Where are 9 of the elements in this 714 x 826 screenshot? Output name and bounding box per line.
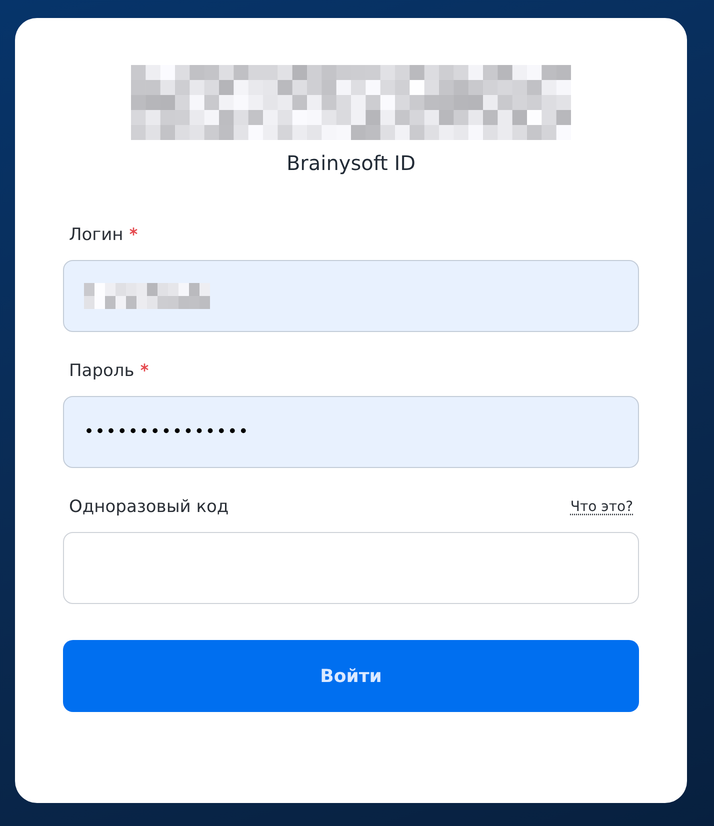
- help-link[interactable]: Что это?: [570, 494, 633, 520]
- login-button[interactable]: Войти: [63, 640, 639, 712]
- login-field[interactable]: [63, 260, 639, 332]
- field-label: Одноразовый код: [69, 496, 229, 519]
- field-label: Пароль: [69, 360, 134, 383]
- code-field[interactable]: [63, 532, 639, 604]
- field-label: Логин: [69, 224, 124, 247]
- password-field[interactable]: •••••••••••••••: [63, 396, 639, 468]
- app-title: Brainysoft ID: [286, 150, 416, 176]
